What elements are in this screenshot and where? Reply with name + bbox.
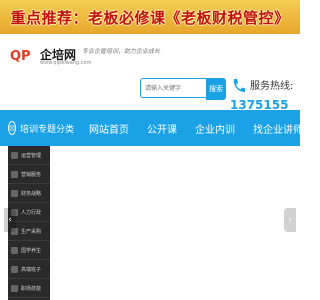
nav-item-find-trainer[interactable]: 找企业讲师: [244, 121, 300, 136]
nav-item-public-courses[interactable]: 公开课: [138, 121, 186, 136]
nav-item-in-house-training[interactable]: 企业内训: [186, 121, 244, 136]
category-icon: [11, 170, 18, 178]
slider-prev-button[interactable]: ‹: [4, 208, 16, 232]
chevron-left-icon: ‹: [8, 215, 12, 225]
sidebar-item-label: 国学养生: [21, 247, 42, 254]
sidebar-item-culture[interactable]: 国学养生: [8, 241, 50, 260]
sidebar-item-operations[interactable]: 运营管理: [8, 146, 50, 165]
menu-circle-icon: [8, 121, 16, 135]
promo-banner[interactable]: 重点推荐：老板必修课《老板财税管控》: [0, 0, 300, 34]
sidebar-item-label: 营销服务: [21, 171, 42, 178]
sidebar-item-executive[interactable]: 高端班子: [8, 260, 50, 279]
main-nav: 培训专题分类 网站首页 公开课 企业内训 找企业讲师 培: [0, 110, 300, 146]
category-icon: [11, 265, 18, 273]
promo-banner-text[interactable]: 重点推荐：老板必修课《老板财税管控》: [10, 7, 289, 28]
logo-url: www.qipeiwang.com: [40, 60, 92, 66]
main-content: 运营管理 营销服务 财务战略 人力行政 生产采购 国学养生 高端班子 职场技能: [0, 146, 300, 300]
search-button[interactable]: 搜索: [206, 78, 226, 100]
logo-mark: QP: [10, 44, 40, 68]
search-form: 搜索: [140, 78, 226, 100]
site-header: QP 企培网 www.qipeiwang.com 专业企管培训，助力企业成长 搜…: [0, 34, 300, 130]
sidebar-item-marketing[interactable]: 营销服务: [8, 165, 50, 184]
site-slogan: 专业企管培训，助力企业成长: [82, 48, 161, 55]
logo-mark-text: QP: [10, 48, 31, 64]
nav-item-home[interactable]: 网站首页: [80, 121, 138, 136]
sidebar-item-label: 财务战略: [21, 190, 42, 197]
category-icon: [11, 151, 18, 159]
category-menu-label: 培训专题分类: [20, 124, 75, 135]
sidebar-item-label: 职场技能: [21, 285, 42, 292]
sidebar-item-label: 高端班子: [21, 266, 42, 273]
hotline-label: 服务热线:: [250, 81, 294, 92]
sidebar-item-skills[interactable]: 职场技能: [8, 279, 50, 298]
chevron-right-icon: ›: [288, 215, 292, 225]
sidebar-item-finance[interactable]: 财务战略: [8, 184, 50, 203]
phone-icon: [233, 79, 245, 92]
search-input[interactable]: [140, 78, 206, 98]
sidebar-item-label: 生产采购: [21, 228, 42, 235]
category-menu-toggle[interactable]: 培训专题分类: [0, 110, 74, 146]
category-icon: [11, 189, 18, 197]
slider-next-button[interactable]: ›: [284, 208, 296, 232]
category-icon: [11, 246, 18, 254]
sidebar-item-label: 人力行政: [21, 209, 42, 216]
category-icon: [11, 284, 18, 292]
sidebar-item-label: 运营管理: [21, 152, 42, 159]
nav-items: 网站首页 公开课 企业内训 找企业讲师 培: [80, 110, 300, 146]
